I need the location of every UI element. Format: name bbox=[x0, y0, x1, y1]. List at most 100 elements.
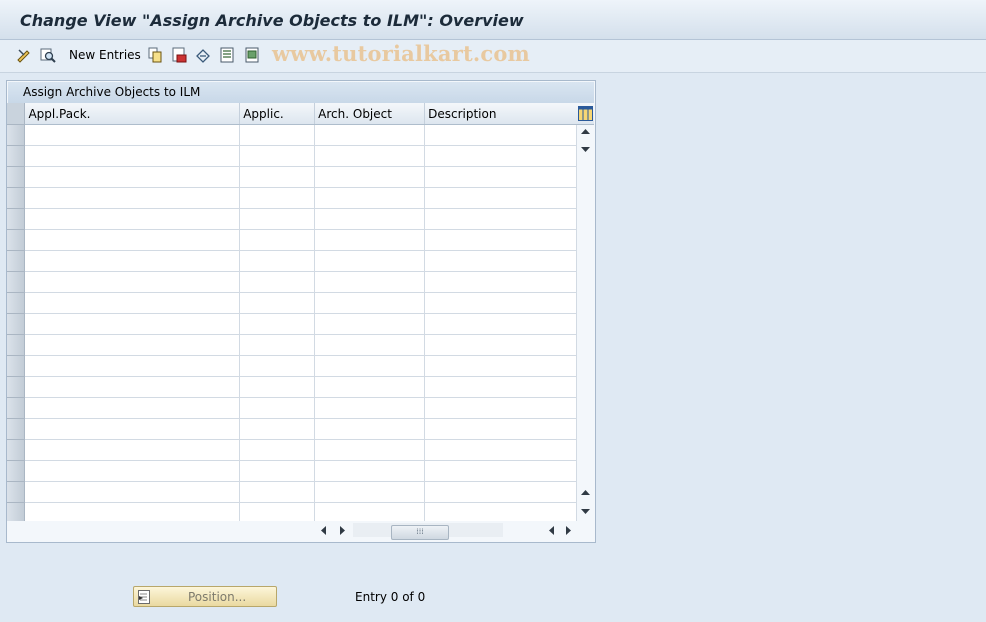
position-button-label: Position... bbox=[188, 590, 247, 604]
table-cell bbox=[24, 460, 241, 482]
table-cell bbox=[314, 418, 426, 440]
row-selector[interactable] bbox=[7, 481, 26, 503]
row-selector[interactable] bbox=[7, 124, 26, 146]
table-row bbox=[7, 376, 577, 398]
column-header-arch-object[interactable]: Arch. Object bbox=[314, 103, 426, 125]
scroll-up-icon bbox=[581, 129, 590, 134]
scroll-thumb[interactable]: ⁞⁞⁞ bbox=[391, 525, 449, 540]
row-selector[interactable] bbox=[7, 334, 26, 356]
table-cell bbox=[24, 187, 241, 209]
table-cell bbox=[239, 397, 316, 419]
scroll-right-icon bbox=[566, 526, 571, 535]
column-header-description[interactable]: Description bbox=[424, 103, 577, 125]
row-selector[interactable] bbox=[7, 313, 26, 335]
title-bar: Change View "Assign Archive Objects to I… bbox=[0, 0, 986, 40]
table-row bbox=[7, 355, 577, 377]
table-cell bbox=[424, 229, 577, 251]
table-cell bbox=[24, 334, 241, 356]
table-row bbox=[7, 439, 577, 461]
row-selector[interactable] bbox=[7, 376, 26, 398]
select-all-icon[interactable] bbox=[218, 46, 236, 64]
table-cell bbox=[424, 481, 577, 503]
row-selector[interactable] bbox=[7, 460, 26, 482]
table-cell bbox=[239, 313, 316, 335]
table-row bbox=[7, 250, 577, 272]
row-selector[interactable] bbox=[7, 418, 26, 440]
select-all-rows-button[interactable] bbox=[7, 103, 26, 125]
table-cell bbox=[24, 208, 241, 230]
table-grid-area: Appl.Pack. Applic. Arch. Object Descript… bbox=[7, 103, 577, 521]
table-settings-icon bbox=[577, 106, 593, 121]
row-selector[interactable] bbox=[7, 250, 26, 272]
table-row bbox=[7, 502, 577, 521]
table-cell bbox=[424, 124, 577, 146]
copy-as-icon[interactable] bbox=[146, 46, 164, 64]
undo-change-icon[interactable] bbox=[194, 46, 212, 64]
table-cell bbox=[424, 145, 577, 167]
table-cell bbox=[24, 313, 241, 335]
row-selector[interactable] bbox=[7, 397, 26, 419]
table-cell bbox=[239, 460, 316, 482]
column-header-appl-pack[interactable]: Appl.Pack. bbox=[24, 103, 241, 125]
table-cell bbox=[24, 124, 241, 146]
table-row bbox=[7, 334, 577, 356]
table-cell bbox=[24, 145, 241, 167]
table-cell bbox=[24, 292, 241, 314]
table-cell bbox=[424, 334, 577, 356]
table-row bbox=[7, 124, 577, 146]
vertical-scrollbar[interactable] bbox=[577, 125, 594, 521]
table-cell bbox=[24, 439, 241, 461]
page-title: Change View "Assign Archive Objects to I… bbox=[20, 11, 524, 30]
table-cell bbox=[24, 355, 241, 377]
table-cell bbox=[424, 376, 577, 398]
row-selector[interactable] bbox=[7, 166, 26, 188]
row-selector[interactable] bbox=[7, 271, 26, 293]
table-cell bbox=[24, 397, 241, 419]
table-cell bbox=[424, 355, 577, 377]
table-cell bbox=[24, 418, 241, 440]
delete-icon[interactable] bbox=[170, 46, 188, 64]
row-selector[interactable] bbox=[7, 355, 26, 377]
row-selector[interactable] bbox=[7, 145, 26, 167]
find-icon[interactable] bbox=[39, 46, 57, 64]
row-selector[interactable] bbox=[7, 187, 26, 209]
table-cell bbox=[424, 439, 577, 461]
scroll-track[interactable]: ⁞⁞⁞ bbox=[353, 523, 503, 540]
table-row bbox=[7, 481, 577, 503]
scroll-left-page-icon bbox=[549, 526, 554, 535]
table-cell bbox=[239, 124, 316, 146]
table-cell bbox=[424, 502, 577, 521]
position-button[interactable]: Position... bbox=[133, 586, 277, 607]
table-cell bbox=[24, 481, 241, 503]
table-cell bbox=[239, 355, 316, 377]
watermark-text: www.tutorialkart.com bbox=[272, 41, 530, 66]
table-cell bbox=[314, 355, 426, 377]
table-cell bbox=[239, 439, 316, 461]
table-cell bbox=[24, 229, 241, 251]
table-cell bbox=[24, 166, 241, 188]
row-selector[interactable] bbox=[7, 229, 26, 251]
table-cell bbox=[314, 145, 426, 167]
select-block-icon[interactable] bbox=[243, 46, 261, 64]
table-row bbox=[7, 166, 577, 188]
table-cell bbox=[239, 208, 316, 230]
row-selector[interactable] bbox=[7, 439, 26, 461]
application-toolbar: New Entries www.tutorialkart.com bbox=[0, 40, 986, 73]
table-cell bbox=[424, 208, 577, 230]
column-header-applic[interactable]: Applic. bbox=[239, 103, 316, 125]
new-entries-button[interactable]: New Entries bbox=[69, 48, 141, 62]
horizontal-scrollbar[interactable]: ⁞⁞⁞ bbox=[317, 522, 577, 540]
row-selector[interactable] bbox=[7, 502, 26, 521]
table-row bbox=[7, 208, 577, 230]
table-cell bbox=[239, 271, 316, 293]
table-cell bbox=[24, 250, 241, 272]
entry-counter: Entry 0 of 0 bbox=[355, 590, 426, 604]
table-cell bbox=[239, 229, 316, 251]
display-change-icon[interactable] bbox=[15, 46, 33, 64]
table-cell bbox=[424, 418, 577, 440]
table-title: Assign Archive Objects to ILM bbox=[23, 85, 201, 99]
row-selector[interactable] bbox=[7, 208, 26, 230]
row-selector[interactable] bbox=[7, 292, 26, 314]
table-row bbox=[7, 229, 577, 251]
table-settings-button[interactable] bbox=[576, 103, 594, 125]
